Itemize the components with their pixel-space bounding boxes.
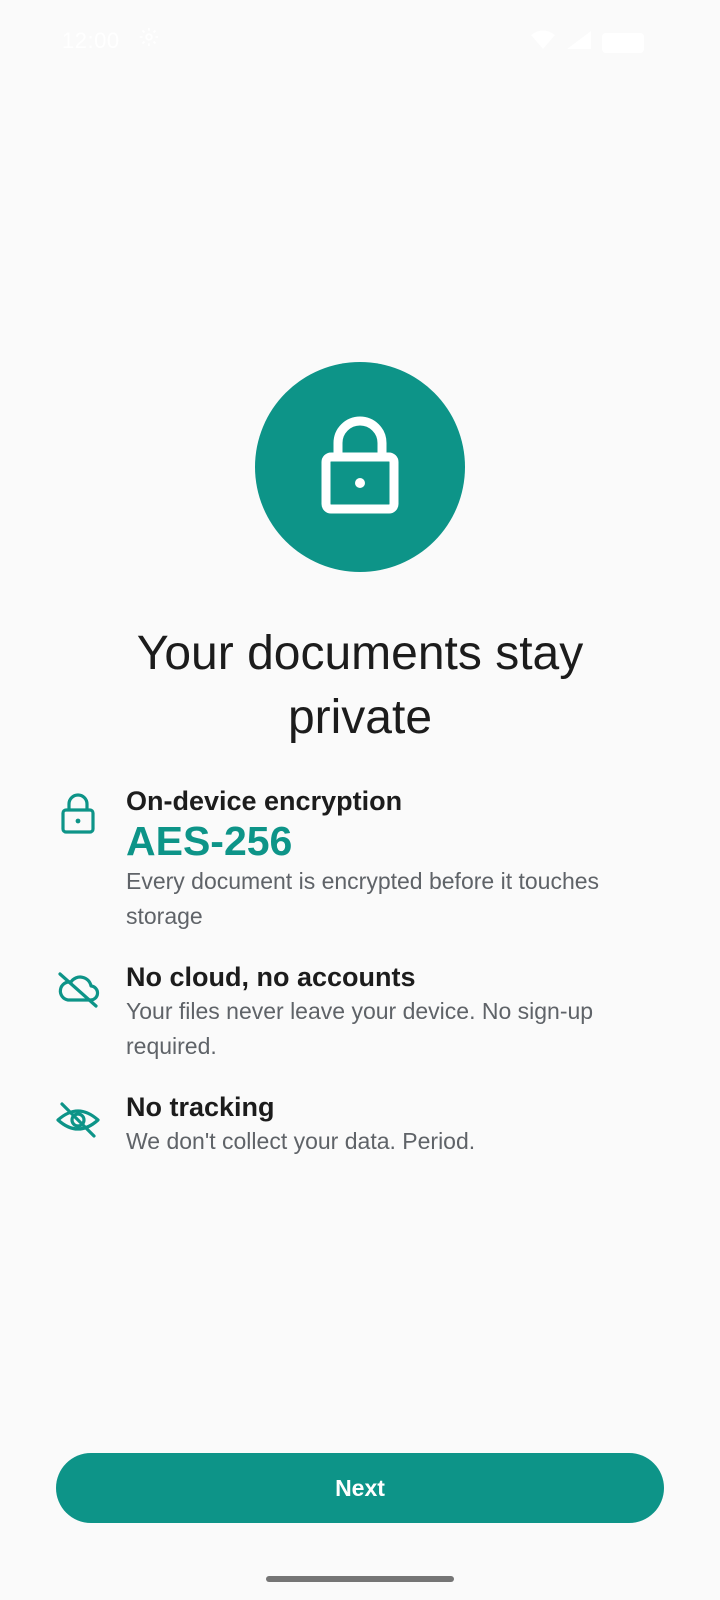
feature-title: On-device encryption (126, 786, 403, 816)
status-icons (530, 30, 644, 56)
cloud-off-icon (54, 966, 102, 1014)
feature-description: Your files never leave your device. No s… (126, 998, 594, 1059)
next-button[interactable]: Next (56, 1453, 664, 1523)
settings-icon (138, 26, 160, 55)
page-title: Your documents stay private (136, 627, 584, 744)
status-time: 12:00 (62, 28, 120, 53)
onboarding-screen: 12:00 Your documents stay private On-dev… (0, 0, 720, 1600)
home-indicator[interactable] (266, 1576, 454, 1582)
eye-off-icon (54, 1096, 102, 1144)
feature-description: We don't collect your data. Period. (126, 1128, 476, 1154)
hero-lock-badge (255, 362, 465, 572)
feature-text: No tracking We don't collect your data. … (126, 1090, 656, 1159)
feature-text: On-device encryption AES-256 Every docum… (126, 784, 656, 934)
lock-icon (54, 790, 102, 838)
feature-title: No cloud, no accounts (126, 962, 416, 992)
wifi-icon (530, 30, 556, 56)
lock-icon (320, 415, 400, 520)
feature-highlight: AES-256 (126, 818, 293, 864)
feature-description: Every document is encrypted before it to… (126, 868, 600, 929)
feature-text: No cloud, no accounts Your files never l… (126, 960, 656, 1064)
feature-title: No tracking (126, 1092, 275, 1122)
signal-icon (566, 30, 592, 56)
status-bar: 12:00 (0, 0, 720, 82)
battery-icon (602, 33, 644, 53)
